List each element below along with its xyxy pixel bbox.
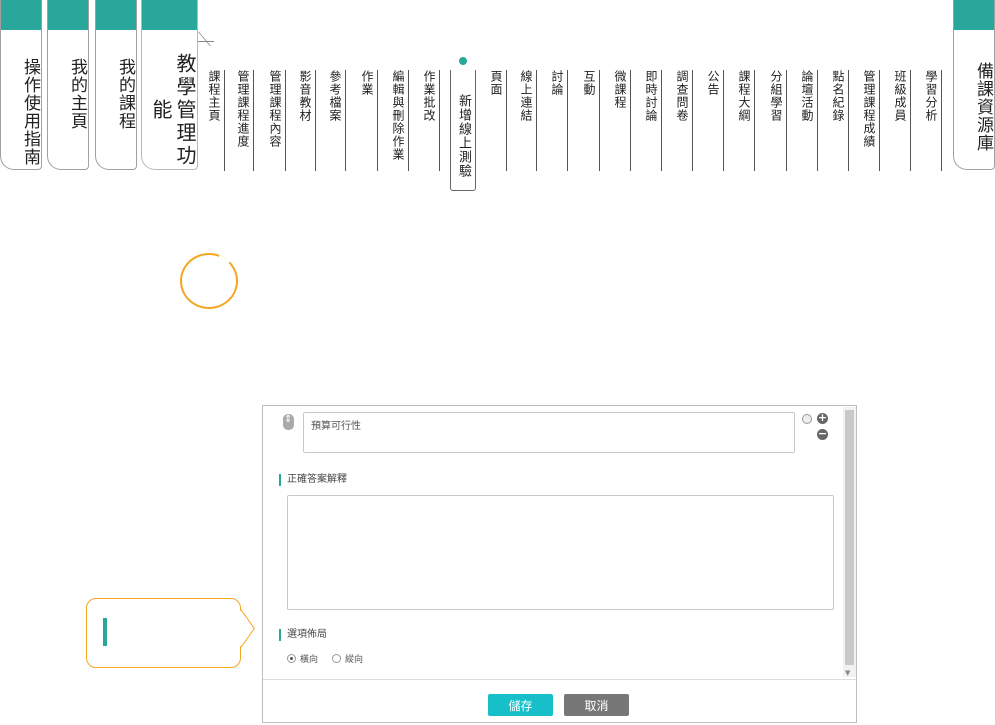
remove-option-icon[interactable]: −	[817, 428, 828, 440]
tab-connector	[198, 41, 214, 55]
horizontal-radio[interactable]	[287, 654, 296, 663]
tab-user-guide-label: 操作使用指南	[20, 58, 40, 166]
sub-tab-10[interactable]: 頁面	[487, 70, 507, 171]
explanation-section-title: 正確答案解釋	[279, 474, 347, 486]
save-button[interactable]: 儲存	[488, 694, 553, 716]
sub-tab-label: 分組學習	[769, 70, 783, 122]
vertical-label: 縱向	[345, 655, 364, 665]
tab-teaching-management[interactable]: 教學管理功能	[141, 0, 198, 170]
option-text: 預算可行性	[311, 421, 361, 432]
explanation-textarea[interactable]	[287, 495, 834, 610]
sub-tab-label: 即時討論	[644, 70, 658, 122]
sub-tab-13[interactable]: 互動	[580, 70, 600, 171]
sub-tab-6[interactable]: 作業	[358, 70, 378, 171]
sub-tab-4[interactable]: 影音教材	[296, 70, 316, 171]
sub-tab-label: 調查問卷	[675, 70, 689, 122]
sub-tab-23[interactable]: 班級成員	[891, 70, 911, 171]
sub-tab-label: 管理課程內容	[268, 70, 282, 148]
sub-tab-5[interactable]: 參考檔案	[326, 70, 346, 171]
sub-tab-label: 討論	[550, 70, 564, 96]
sub-tab-label: 班級成員	[893, 70, 907, 122]
sub-tab-24[interactable]: 學習分析	[922, 70, 942, 171]
horizontal-label: 橫向	[300, 655, 319, 665]
dialog-scrollbar[interactable]: ▼	[843, 407, 856, 677]
sub-tab-label: 作業批改	[422, 70, 436, 122]
sub-tab-label: 點名紀錄	[831, 70, 845, 122]
tab-user-guide[interactable]: 操作使用指南	[0, 0, 42, 170]
sub-tab-label: 公告	[706, 70, 720, 96]
scroll-down-arrow-icon[interactable]: ▼	[845, 669, 850, 677]
sub-tab-22[interactable]: 管理課程成績	[860, 70, 880, 171]
sub-tab-3[interactable]: 管理課程內容	[266, 70, 286, 171]
sub-tab-19[interactable]: 分組學習	[767, 70, 787, 171]
tab-my-courses-label: 我的課程	[115, 58, 135, 130]
sub-tab-label: 微課程	[613, 70, 627, 109]
scrollbar-thumb[interactable]	[845, 410, 854, 665]
sub-tab-16[interactable]: 調查問卷	[673, 70, 693, 171]
callout-accent-bar	[103, 618, 107, 646]
layout-section-title: 選項佈局	[279, 629, 327, 641]
question-edit-dialog: ▼ 預算可行性 + − 正確答案解釋 選項佈局 橫向 縱向 儲存 取消	[262, 405, 857, 723]
sub-tab-9[interactable]: 新增線上測驗	[450, 70, 476, 191]
layout-radio-group: 橫向 縱向	[287, 652, 363, 665]
sub-tab-2[interactable]: 管理課程進度	[234, 70, 254, 171]
annotation-callout	[86, 598, 241, 668]
sub-tab-label: 學習分析	[924, 70, 938, 122]
sub-tab-21[interactable]: 點名紀錄	[829, 70, 849, 171]
option-text-field[interactable]: 預算可行性	[303, 412, 795, 453]
sub-tab-7[interactable]: 編輯與刪除作業	[389, 70, 409, 171]
sub-tab-20[interactable]: 論壇活動	[798, 70, 818, 171]
tab-my-homepage-label: 我的主頁	[67, 58, 87, 130]
cancel-button[interactable]: 取消	[564, 694, 629, 716]
sub-tab-18[interactable]: 課程大綱	[735, 70, 755, 171]
add-option-icon[interactable]: +	[817, 412, 828, 424]
tab-teaching-management-label: 教學管理功能	[149, 53, 197, 168]
sub-tab-14[interactable]: 微課程	[611, 70, 631, 171]
dialog-footer: 儲存 取消	[263, 679, 856, 722]
sub-tab-label: 互動	[582, 70, 596, 96]
vertical-radio[interactable]	[332, 654, 342, 663]
sub-tab-15[interactable]: 即時討論	[642, 70, 662, 171]
sub-tab-11[interactable]: 線上連結	[517, 70, 537, 171]
layout-option-horizontal[interactable]: 橫向	[287, 652, 318, 665]
sub-tab-17[interactable]: 公告	[704, 70, 724, 171]
sub-tab-label: 管理課程進度	[236, 70, 250, 148]
sub-tab-1[interactable]: 課程主頁	[205, 70, 225, 171]
correct-answer-radio[interactable]	[802, 414, 812, 424]
tab-my-homepage[interactable]: 我的主頁	[47, 0, 89, 170]
sub-tab-label: 課程主頁	[207, 70, 221, 122]
step-marker-circle	[180, 253, 238, 309]
sub-tab-label: 作業	[360, 70, 374, 96]
sub-tab-label: 頁面	[489, 70, 503, 96]
tab-lesson-resources-label: 備課資源庫	[973, 62, 993, 152]
active-indicator-dot	[459, 57, 467, 65]
sub-tab-12[interactable]: 討論	[548, 70, 568, 171]
sub-tab-label: 論壇活動	[800, 70, 814, 122]
sub-tab-8[interactable]: 作業批改	[420, 70, 440, 171]
sub-tab-label: 影音教材	[298, 70, 312, 122]
layout-option-vertical[interactable]: 縱向	[332, 652, 363, 665]
sub-tab-label: 編輯與刪除作業	[391, 70, 405, 161]
sub-tab-label: 管理課程成績	[862, 70, 876, 148]
sub-tab-label: 線上連結	[519, 70, 533, 122]
drag-handle-icon[interactable]	[283, 414, 294, 430]
tab-my-courses[interactable]: 我的課程	[95, 0, 137, 170]
sub-tab-label: 課程大綱	[737, 70, 751, 122]
top-navigation: 操作使用指南 我的主頁 我的課程 教學管理功能 課程主頁 管理課程進度 管理課程內容…	[0, 0, 995, 195]
sub-tab-label: 新增線上測驗	[456, 94, 471, 178]
sub-tab-label: 參考檔案	[328, 70, 342, 122]
tab-lesson-resources[interactable]: 備課資源庫	[953, 0, 995, 170]
